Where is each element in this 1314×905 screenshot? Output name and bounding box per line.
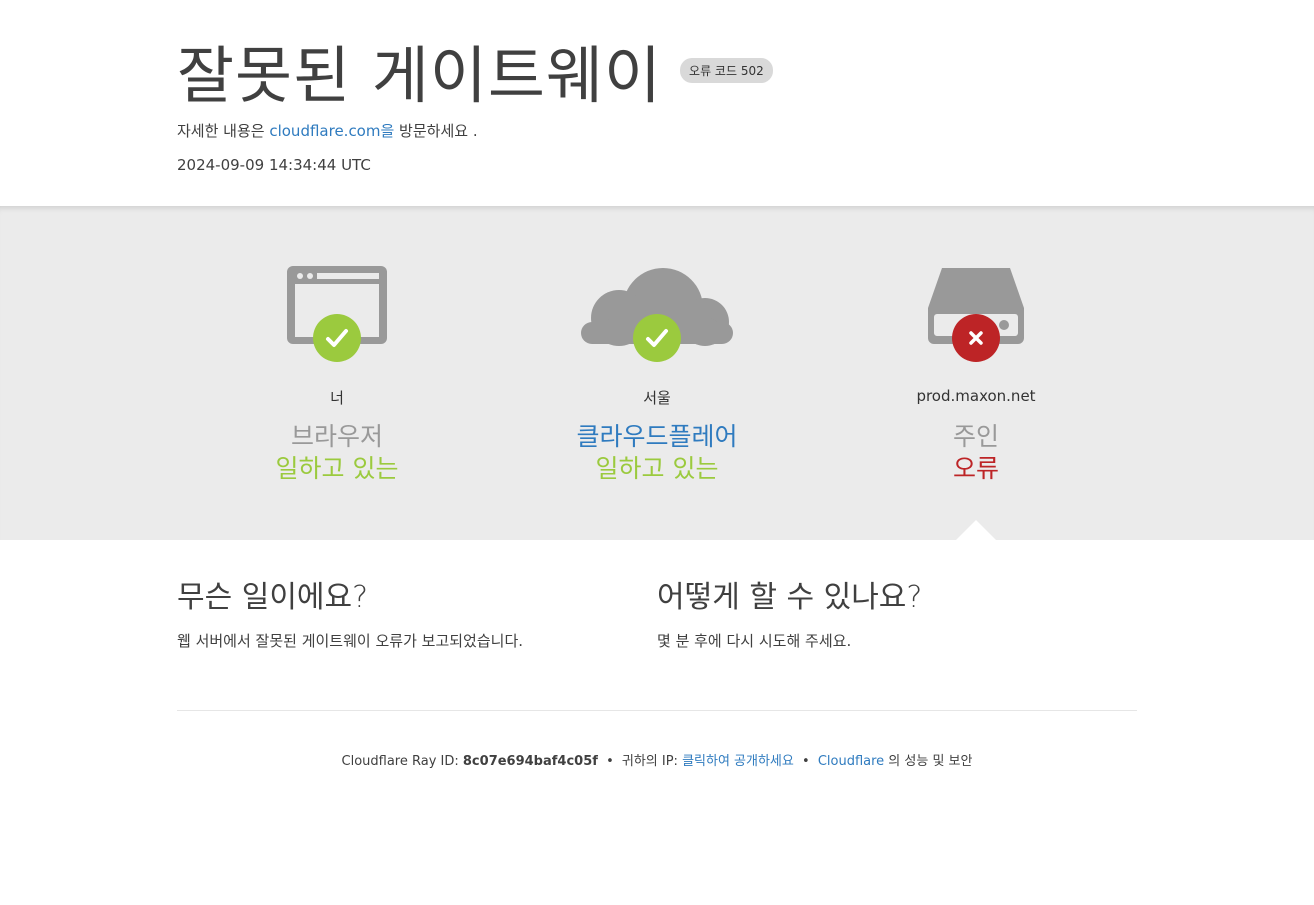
footer-bullet: • bbox=[802, 754, 810, 769]
ip-label: 귀하의 IP: bbox=[621, 754, 683, 769]
reveal-ip-link[interactable]: 클릭하여 공개하세요 bbox=[682, 754, 794, 769]
footer-bullet: • bbox=[606, 754, 614, 769]
timestamp: 2024-09-09 14:34:44 UTC bbox=[177, 156, 371, 174]
cloudflare-link[interactable]: cloudflare.com을 bbox=[269, 122, 394, 140]
host-pointer-arrow bbox=[956, 520, 996, 540]
more-info-prefix: 자세한 내용은 bbox=[177, 122, 270, 140]
more-info-suffix: 방문하세요 . bbox=[394, 122, 478, 140]
footer: Cloudflare Ray ID: 8c07e694baf4c05f • 귀하… bbox=[0, 750, 1314, 769]
page-title: 잘못된 게이트웨이 bbox=[177, 39, 663, 112]
more-info-line: 자세한 내용은 cloudflare.com을 방문하세요 . bbox=[177, 120, 1137, 142]
host-location: prod.maxon.net bbox=[916, 387, 1036, 405]
host-name: 주인 bbox=[952, 422, 999, 451]
host-status: prod.maxon.net 주인 오류 bbox=[856, 206, 1096, 483]
error-x-icon bbox=[952, 314, 1000, 362]
cloudflare-name: 클라우드플레어 bbox=[576, 422, 738, 451]
ray-label: Cloudflare Ray ID: bbox=[341, 754, 463, 769]
what-happened-heading: 무슨 일이에요? bbox=[177, 580, 369, 615]
check-icon bbox=[633, 314, 681, 362]
status-band: 너 브라우저 일하고 있는 서울 클라우드플레어 일하고 있는 prod.max… bbox=[0, 206, 1314, 540]
cloudflare-state: 일하고 있는 bbox=[595, 454, 719, 483]
what-happened-text: 웹 서버에서 잘못된 게이트웨이 오류가 보고되었습니다. bbox=[177, 632, 524, 650]
what-to-do-text: 몇 분 후에 다시 시도해 주세요. bbox=[657, 632, 852, 650]
error-code-badge: 오류 코드 502 bbox=[680, 57, 773, 83]
footer-divider bbox=[177, 710, 1137, 711]
browser-status: 너 브라우저 일하고 있는 bbox=[217, 206, 457, 483]
cloudflare-footer-link[interactable]: Cloudflare bbox=[818, 754, 884, 769]
cloudflare-location: 서울 bbox=[643, 389, 671, 407]
ray-id: 8c07e694baf4c05f bbox=[462, 754, 598, 769]
cloudflare-status: 서울 클라우드플레어 일하고 있는 bbox=[537, 206, 777, 483]
browser-name: 브라우저 bbox=[290, 422, 383, 451]
performance-text: 의 성능 및 보안 bbox=[884, 754, 973, 769]
title-row: 잘못된 게이트웨이 오류 코드 502 bbox=[177, 36, 1137, 116]
browser-state: 일하고 있는 bbox=[275, 454, 399, 483]
check-icon bbox=[313, 314, 361, 362]
what-to-do-heading: 어떻게 할 수 있나요? bbox=[657, 580, 923, 615]
host-state: 오류 bbox=[952, 454, 999, 483]
browser-location: 너 bbox=[330, 389, 344, 407]
